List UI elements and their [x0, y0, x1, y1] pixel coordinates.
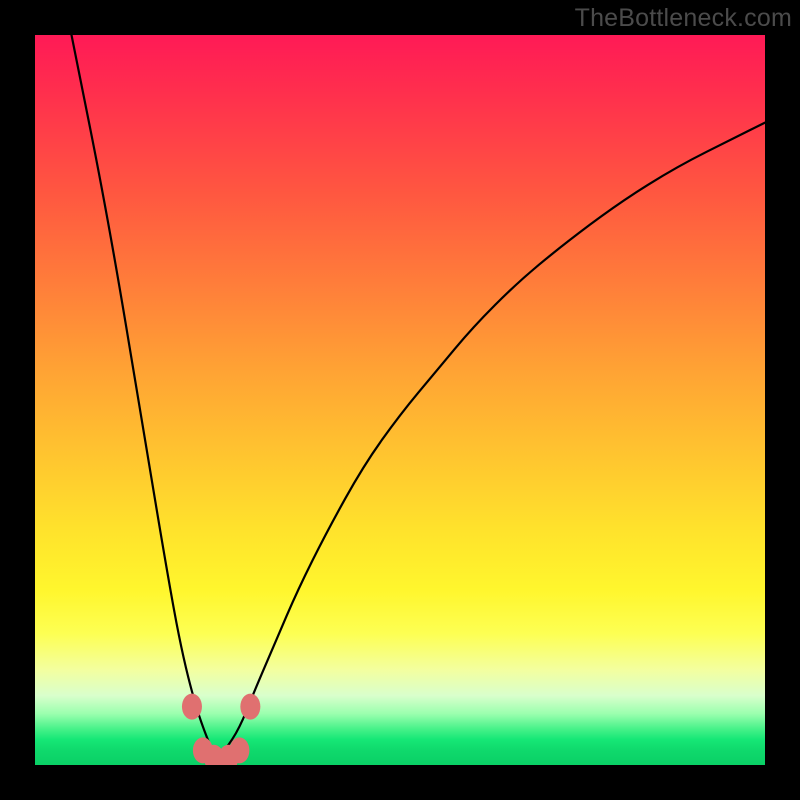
curve-marker-4 — [229, 737, 249, 763]
chart-frame: TheBottleneck.com — [0, 0, 800, 800]
watermark-text: TheBottleneck.com — [575, 4, 792, 33]
curve-marker-5 — [240, 694, 260, 720]
curve-layer — [35, 35, 765, 765]
minimum-markers — [182, 694, 260, 765]
curve-marker-0 — [182, 694, 202, 720]
bottleneck-curve — [72, 35, 766, 756]
plot-area — [35, 35, 765, 765]
